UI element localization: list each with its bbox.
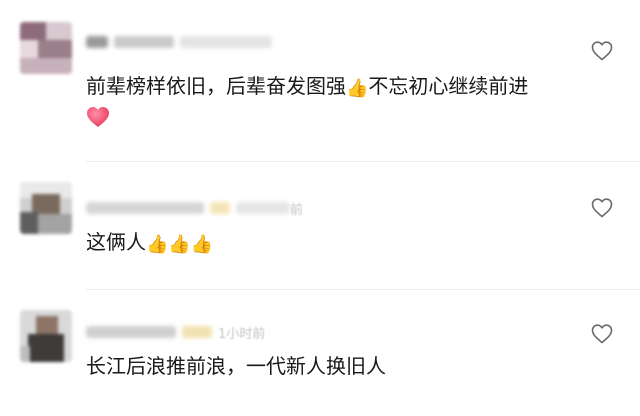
comment-meta: 1小时前 bbox=[86, 322, 265, 342]
thumbs-up-icon: 👍 bbox=[346, 78, 369, 99]
comment-text: 这俩人👍👍👍 bbox=[86, 228, 213, 259]
comment-item: 前 这俩人👍👍👍 bbox=[0, 162, 640, 290]
username-blurred[interactable] bbox=[86, 326, 176, 338]
thumbs-up-icon: 👍👍👍 bbox=[146, 234, 214, 255]
comment-item: 前辈榜样依旧，后辈奋发图强👍不忘初心继续前进 bbox=[0, 0, 640, 162]
like-button[interactable] bbox=[590, 322, 614, 346]
avatar[interactable] bbox=[20, 182, 72, 234]
username-blurred bbox=[114, 36, 174, 48]
comment-text: 长江后浪推前浪，一代新人换旧人 bbox=[86, 354, 386, 378]
comment-time: 1小时前 bbox=[218, 326, 266, 342]
username-blurred[interactable] bbox=[86, 202, 204, 214]
comment-meta bbox=[86, 32, 278, 52]
avatar[interactable] bbox=[20, 22, 72, 74]
heart-outline-icon bbox=[591, 324, 613, 344]
comment-item: 1小时前 长江后浪推前浪，一代新人换旧人 bbox=[0, 290, 640, 416]
red-heart-icon bbox=[86, 106, 110, 132]
comment-time: 前 bbox=[290, 202, 304, 218]
badge-blurred bbox=[210, 202, 230, 214]
username[interactable] bbox=[86, 36, 108, 48]
heart-outline-icon bbox=[591, 198, 613, 218]
like-button[interactable] bbox=[590, 196, 614, 220]
comment-meta: 前 bbox=[86, 198, 303, 218]
avatar[interactable] bbox=[20, 310, 72, 362]
timestamp-blurred bbox=[236, 202, 290, 214]
heart-outline-icon bbox=[591, 41, 613, 61]
badge-blurred bbox=[182, 326, 212, 338]
comment-text: 前辈榜样依旧，后辈奋发图强👍不忘初心继续前进 bbox=[86, 72, 528, 103]
timestamp-blurred bbox=[180, 36, 272, 48]
like-button[interactable] bbox=[590, 39, 614, 63]
